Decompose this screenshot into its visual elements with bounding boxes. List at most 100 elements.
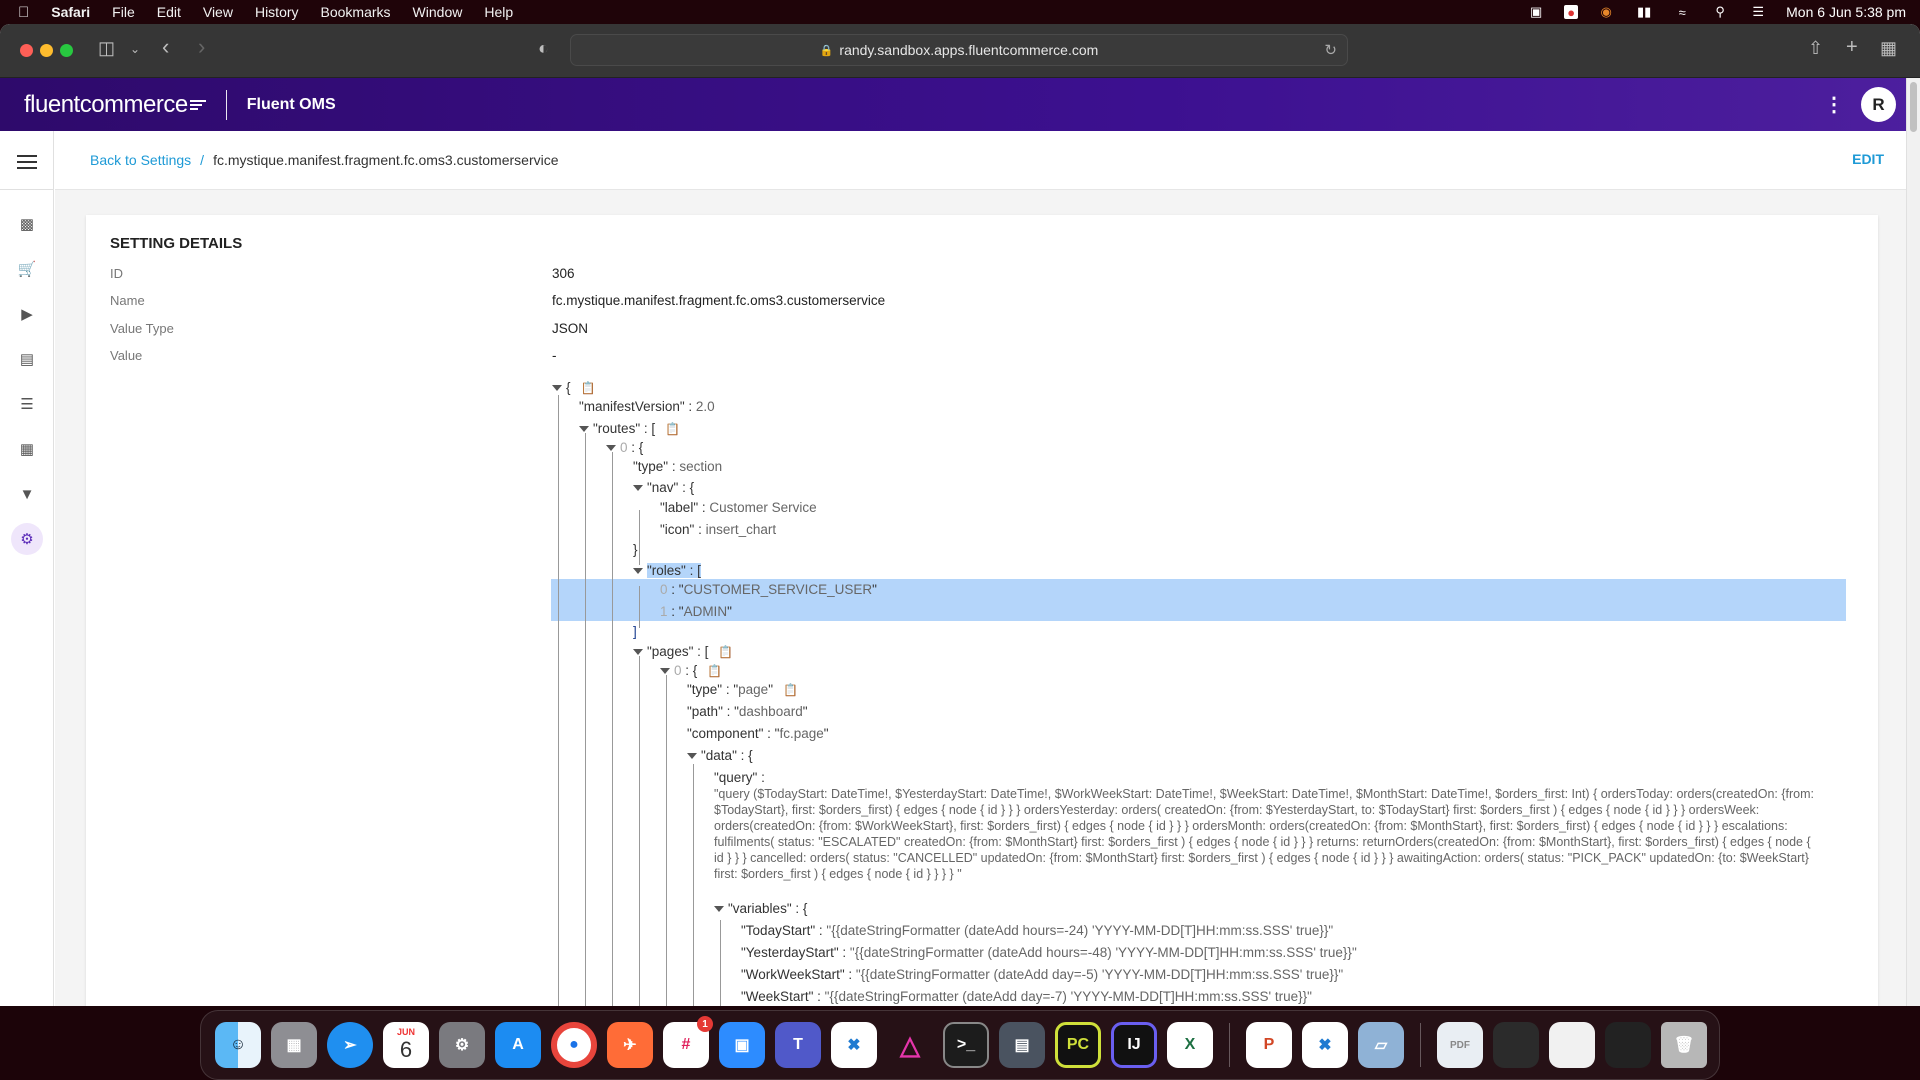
collapse-toggle-icon[interactable] [579, 426, 589, 433]
collapse-toggle-icon[interactable] [633, 649, 643, 656]
settings-icon[interactable]: ⚙ [11, 523, 43, 555]
collapse-toggle-icon[interactable] [714, 906, 724, 913]
tree-guide [639, 586, 640, 628]
intellij-icon[interactable]: IJ [1111, 1022, 1157, 1068]
edit-button[interactable]: EDIT [1852, 151, 1884, 167]
launchpad-icon[interactable]: ▦ [271, 1022, 317, 1068]
menu-bookmarks[interactable]: Bookmarks [321, 4, 391, 20]
new-tab-icon[interactable]: + [1846, 36, 1858, 59]
preview-icon[interactable]: ▱ [1358, 1022, 1404, 1068]
menu-history[interactable]: History [255, 4, 299, 20]
copy-icon[interactable]: 📋 [707, 664, 722, 678]
json-line: 1 : "ADMIN" [660, 604, 732, 619]
vscode-icon[interactable]: ✖ [831, 1022, 877, 1068]
minimized-window-icon[interactable] [1493, 1022, 1539, 1068]
excel-icon[interactable]: X [1167, 1022, 1213, 1068]
powerpoint-icon[interactable]: P [1246, 1022, 1292, 1068]
setting-details-card: SETTING DETAILS ID 306 Name fc.mystique.… [86, 215, 1878, 1006]
name-value: fc.mystique.manifest.fragment.fc.oms3.cu… [552, 293, 886, 308]
menu-file[interactable]: File [112, 4, 135, 20]
control-center-icon[interactable]: ☰ [1748, 4, 1768, 19]
postman-icon[interactable]: ✈ [607, 1022, 653, 1068]
reload-icon[interactable]: ↻ [1324, 41, 1337, 59]
trash-icon[interactable]: 🗑 [1661, 1022, 1707, 1068]
shopping-cart-icon[interactable]: 🛒 [14, 256, 40, 282]
list-icon[interactable]: ☰ [14, 391, 40, 417]
graphql-icon[interactable]: △ [887, 1022, 933, 1068]
zoom-status-icon[interactable]: ▣ [1526, 4, 1546, 19]
copy-icon[interactable]: 📋 [581, 381, 596, 395]
business-icon[interactable]: ▦ [14, 436, 40, 462]
more-options-icon[interactable]: ⋮ [1824, 92, 1844, 117]
back-to-settings-link[interactable]: Back to Settings [90, 152, 191, 168]
terminal-icon[interactable]: >_ [943, 1022, 989, 1068]
sidebar-toggle-icon[interactable]: ◫ [98, 38, 115, 59]
minimized-window-icon[interactable] [1549, 1022, 1595, 1068]
menu-edit[interactable]: Edit [157, 4, 181, 20]
chrome-icon[interactable]: ● [551, 1022, 597, 1068]
dock-separator [1229, 1023, 1230, 1067]
calendar-day: 6 [399, 1037, 413, 1062]
page-type-value: page [738, 682, 769, 697]
copy-icon[interactable]: 📋 [783, 683, 798, 697]
privacy-shield-icon[interactable]: ◐ [538, 38, 549, 59]
collapse-toggle-icon[interactable] [687, 753, 697, 760]
macos-dock: ☺ ▦ ➢ JUN 6 ⚙ A ● ✈ #1 ▣ T ✖ △ >_ ▤ PC IJ… [200, 1010, 1720, 1080]
finder-icon[interactable]: ☺ [215, 1022, 261, 1068]
menu-window[interactable]: Window [413, 4, 463, 20]
collapse-toggle-icon[interactable] [660, 668, 670, 675]
pdf-folder-icon[interactable]: PDF [1437, 1022, 1483, 1068]
pycharm-icon[interactable]: PC [1055, 1022, 1101, 1068]
close-window-button[interactable] [20, 44, 33, 57]
scrollbar-thumb[interactable] [1910, 82, 1917, 132]
chevron-down-icon[interactable]: ⌄ [130, 42, 140, 56]
collapse-toggle-icon[interactable] [552, 385, 562, 392]
vpn-status-icon[interactable]: ◉ [1596, 4, 1616, 19]
menu-help[interactable]: Help [484, 4, 513, 20]
json-line: "icon" : insert_chart [660, 522, 777, 537]
address-bar[interactable]: 🔒 randy.sandbox.apps.fluentcommerce.com … [570, 34, 1348, 66]
forward-icon[interactable]: › [198, 34, 205, 60]
copy-icon[interactable]: 📋 [718, 645, 733, 659]
filter-icon[interactable]: ▼ [14, 481, 40, 507]
app-store-icon[interactable]: A [495, 1022, 541, 1068]
network-utility-icon[interactable]: ▤ [999, 1022, 1045, 1068]
slack-icon[interactable]: #1 [663, 1016, 713, 1068]
collapse-toggle-icon[interactable] [633, 568, 643, 575]
tab-overview-icon[interactable]: ▦ [1880, 38, 1897, 59]
back-icon[interactable]: ‹ [162, 34, 169, 60]
vscode-icon[interactable]: ✖ [1302, 1022, 1348, 1068]
status-area: ▣ ● ◉ ▮▮ ≈ ⚲ ☰ Mon 6 Jun 5:38 pm [1526, 0, 1906, 24]
copy-icon[interactable]: 📋 [665, 422, 680, 436]
variable-value: {{dateStringFormatter (dateAdd hours=-48… [854, 945, 1352, 960]
work-bag-icon[interactable]: ▶ [14, 301, 40, 327]
calendar-icon[interactable]: JUN 6 [383, 1022, 429, 1068]
share-icon[interactable]: ⇧ [1808, 38, 1823, 59]
teams-icon[interactable]: T [775, 1022, 821, 1068]
hamburger-menu-icon[interactable] [17, 151, 37, 173]
tree-guide [585, 433, 586, 1006]
battery-icon[interactable]: ▮▮ [1634, 4, 1654, 19]
minimize-window-button[interactable] [40, 44, 53, 57]
fluentcommerce-logo[interactable]: fluentcommerce [24, 91, 206, 119]
clock[interactable]: Mon 6 Jun 5:38 pm [1786, 4, 1906, 20]
insert-chart-icon[interactable]: ▩ [14, 211, 40, 237]
zoom-icon[interactable]: ▣ [719, 1022, 765, 1068]
minimized-window-icon[interactable] [1605, 1022, 1651, 1068]
user-avatar[interactable]: R [1861, 87, 1896, 122]
web-icon[interactable]: ▤ [14, 346, 40, 372]
collapse-toggle-icon[interactable] [606, 445, 616, 452]
safari-icon[interactable]: ➢ [327, 1022, 373, 1068]
json-line: 0 : {📋 [660, 663, 722, 678]
page-scrollbar[interactable] [1906, 78, 1920, 1006]
menu-view[interactable]: View [203, 4, 233, 20]
wifi-icon[interactable]: ≈ [1672, 5, 1692, 20]
spotlight-search-icon[interactable]: ⚲ [1710, 4, 1730, 19]
zoom-window-button[interactable] [60, 44, 73, 57]
app-status-icon[interactable]: ● [1564, 5, 1579, 20]
collapse-toggle-icon[interactable] [633, 485, 643, 492]
menu-app-name[interactable]: Safari [51, 4, 90, 20]
system-preferences-icon[interactable]: ⚙ [439, 1022, 485, 1068]
manifest-version-value: 2.0 [695, 399, 715, 414]
apple-menu-icon[interactable]:  [18, 4, 29, 21]
